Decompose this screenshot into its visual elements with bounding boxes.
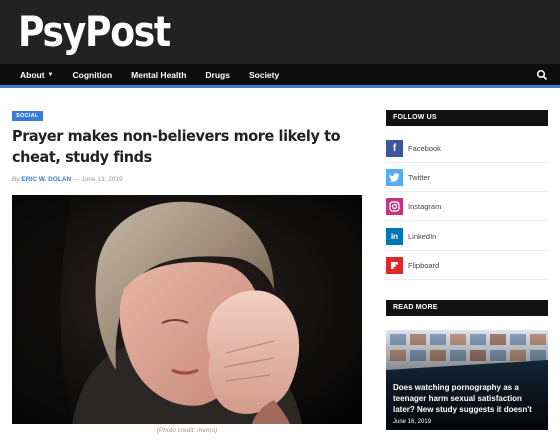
social-label: Instagram — [408, 201, 442, 211]
social-link-facebook[interactable]: f Facebook — [386, 134, 548, 163]
article-meta: By ERIC W. DOLAN — June 13, 2019 — [12, 176, 123, 183]
read-more-date: June 16, 2019 — [393, 419, 432, 425]
read-more-title: READ MORE — [386, 300, 548, 316]
chevron-down-icon: ▼ — [47, 72, 54, 78]
social-label: LinkedIn — [408, 231, 437, 241]
read-more-card[interactable]: Does watching pornography as a teenager … — [386, 330, 548, 430]
nav-item-about[interactable]: About ▼ — [20, 70, 54, 80]
publish-date: June 13, 2019 — [81, 176, 123, 183]
article-title: Prayer makes non-believers more likely t… — [12, 127, 341, 166]
author-link[interactable]: ERIC W. DOLAN — [21, 176, 71, 183]
social-label: Twitter — [408, 172, 431, 182]
flipboard-icon — [386, 256, 403, 274]
nav-item-mental-health[interactable]: Mental Health — [131, 70, 186, 80]
social-link-linkedin[interactable]: in LinkedIn — [386, 222, 548, 251]
linkedin-icon: in — [386, 227, 403, 245]
social-link-twitter[interactable]: Twitter — [386, 163, 548, 192]
social-link-instagram[interactable]: Instagram — [386, 192, 548, 221]
social-link-flipboard[interactable]: Flipboard — [386, 251, 548, 280]
read-more-thumbnail — [386, 330, 548, 430]
nav-item-label: Cognition — [72, 70, 113, 80]
nav-item-label: About — [20, 70, 45, 80]
read-more-headline[interactable]: Does watching pornography as a teenager … — [393, 382, 541, 415]
hero-image — [12, 195, 362, 424]
image-caption: (Photo credit: memo) — [156, 427, 218, 434]
site-header: PsyPost — [0, 0, 560, 64]
nav-item-society[interactable]: Society — [249, 70, 279, 80]
nav-item-drugs[interactable]: Drugs — [205, 70, 230, 80]
facebook-icon: f — [386, 139, 403, 157]
social-label: Facebook — [408, 143, 441, 153]
category-badge[interactable]: SOCIAL — [12, 111, 43, 121]
nav-item-label: Mental Health — [131, 70, 187, 80]
byline-prefix: By — [12, 176, 20, 183]
nav-item-label: Drugs — [205, 70, 230, 80]
main-nav: About ▼ Cognition Mental Health Drugs So… — [0, 64, 560, 88]
social-label: Flipboard — [408, 260, 440, 270]
nav-item-cognition[interactable]: Cognition — [73, 70, 113, 80]
twitter-icon — [386, 168, 403, 186]
site-logo[interactable]: PsyPost — [18, 6, 171, 58]
instagram-icon — [386, 197, 403, 215]
follow-us-title: FOLLOW US — [386, 110, 548, 126]
nav-item-label: Society — [248, 70, 280, 80]
search-icon[interactable] — [536, 69, 548, 81]
